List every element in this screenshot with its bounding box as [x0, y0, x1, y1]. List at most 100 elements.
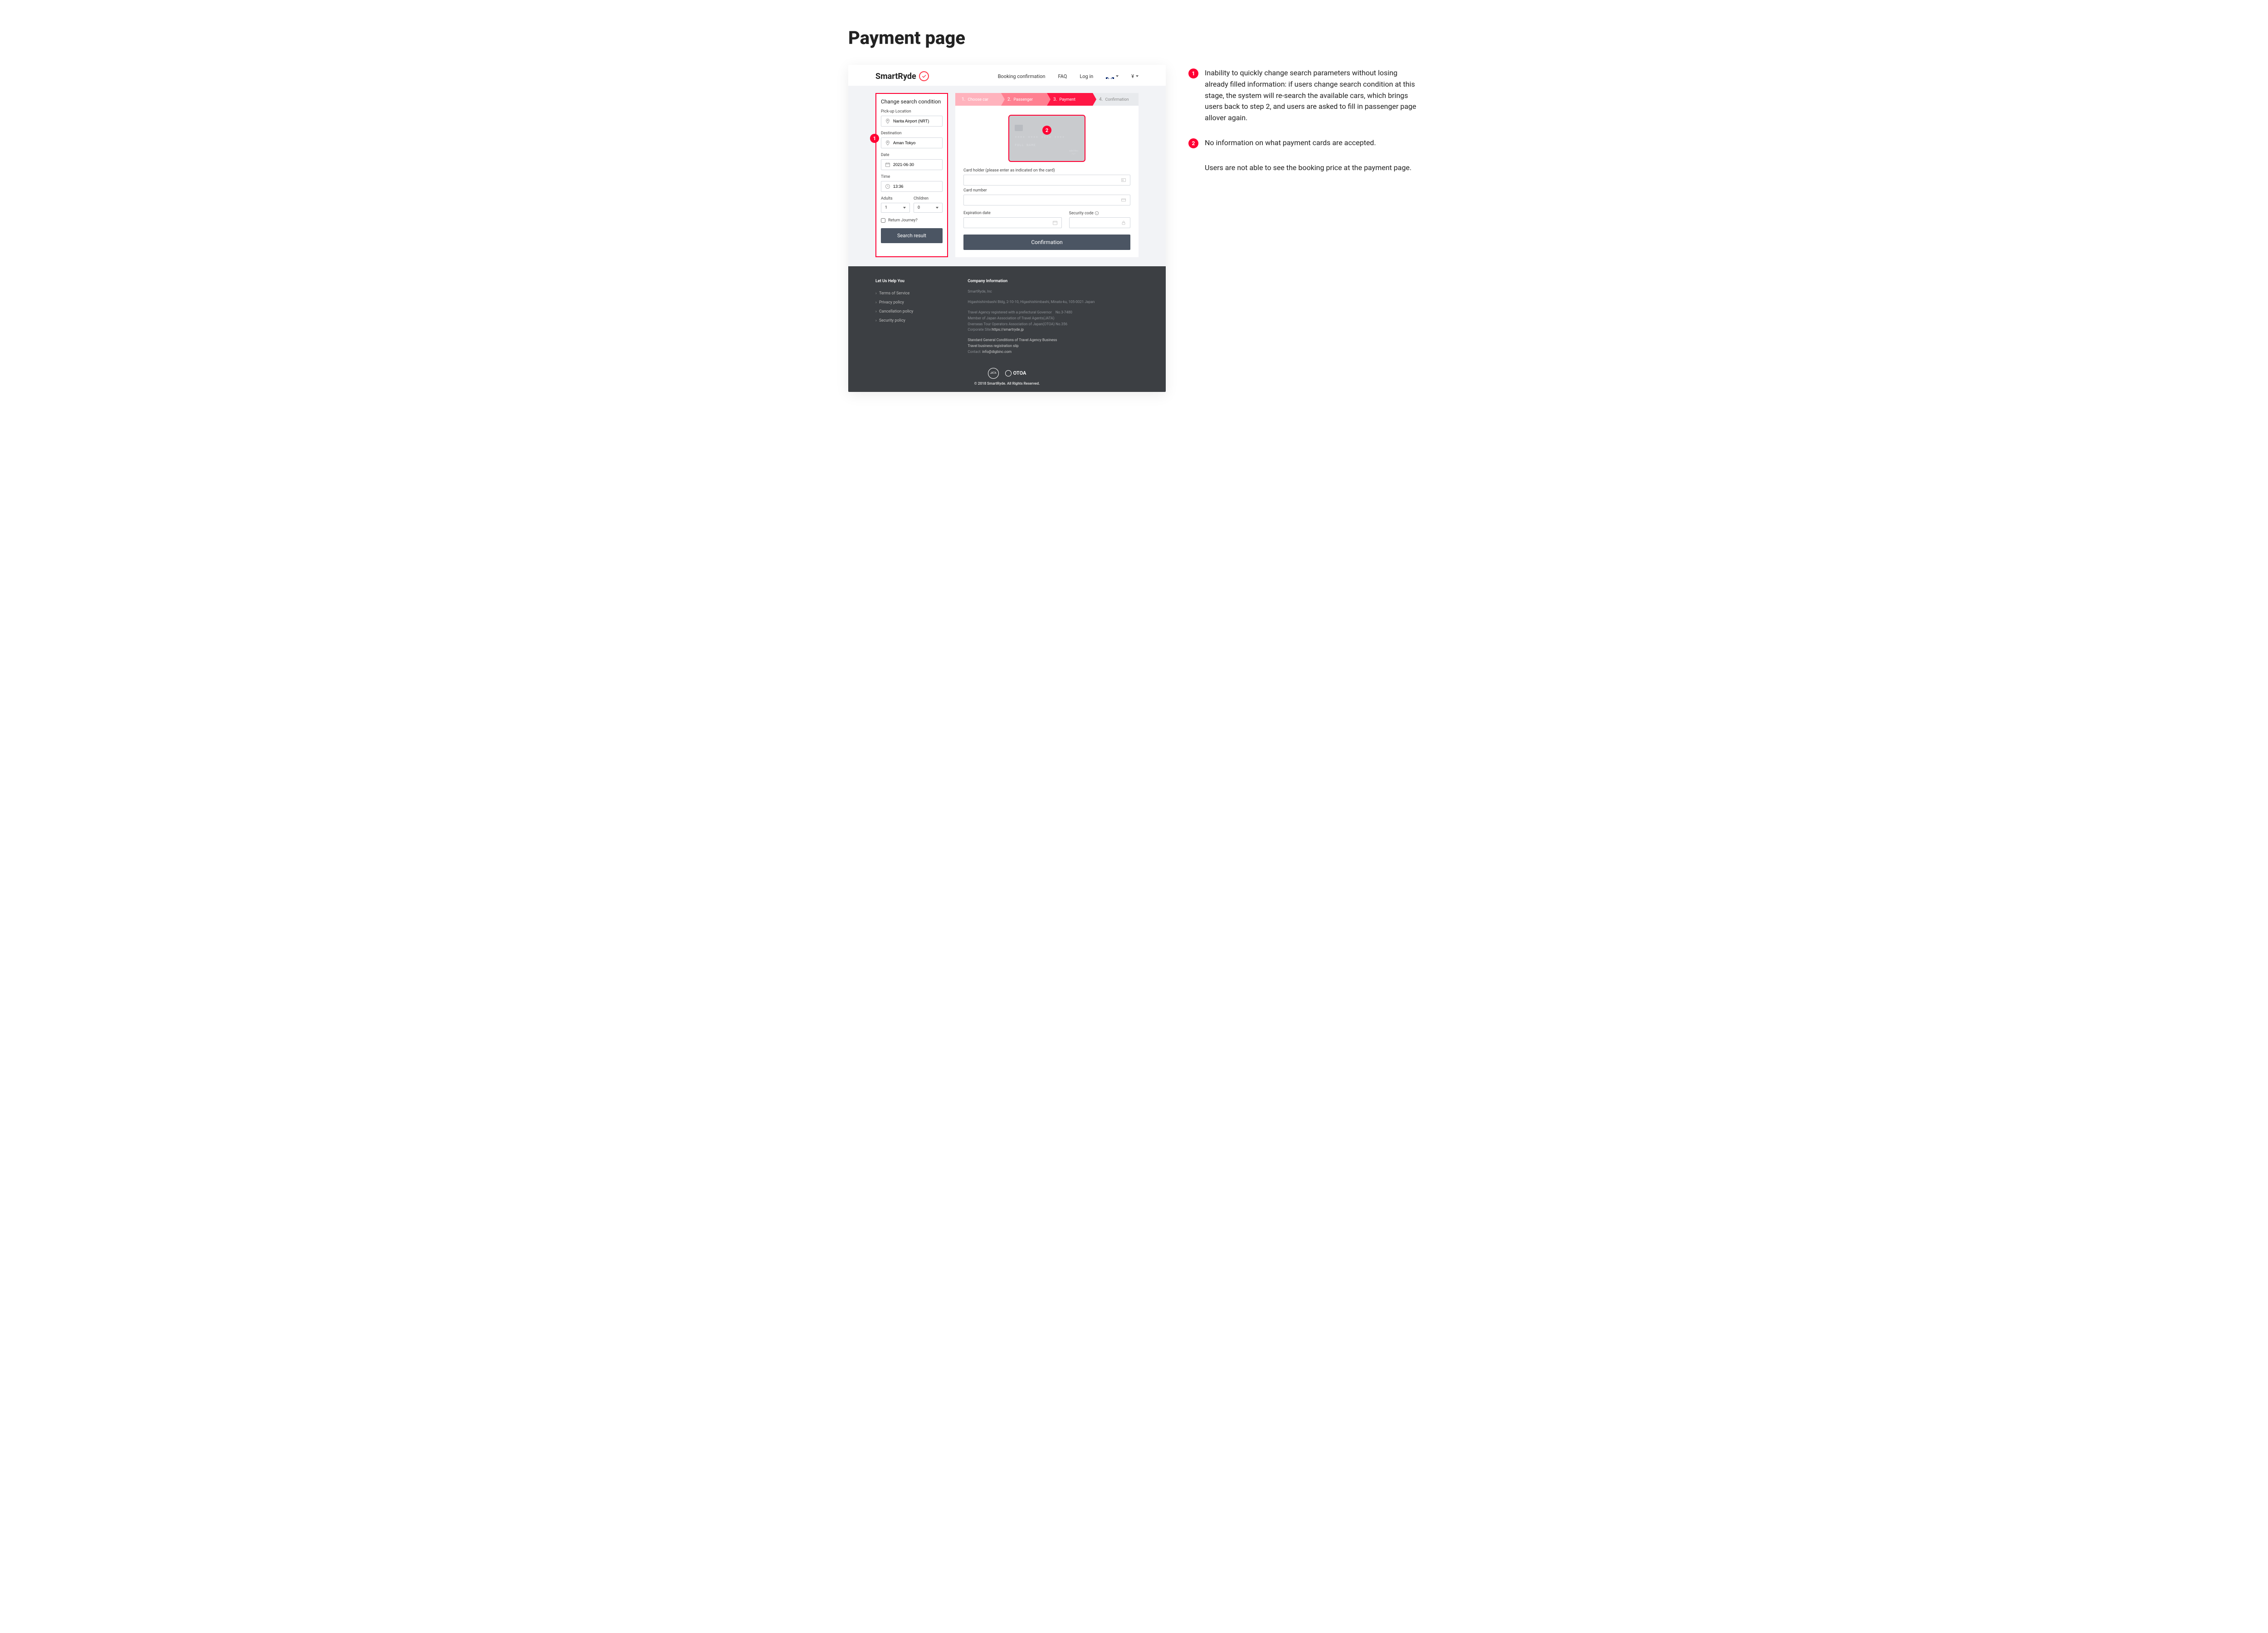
search-panel-title: Change search condition [876, 94, 947, 108]
footer-email-link[interactable]: info@digbinc.com [982, 350, 1012, 354]
language-dropdown[interactable] [1106, 74, 1119, 79]
uk-flag-icon [1106, 74, 1114, 79]
note-number-2: 2 [1188, 138, 1198, 148]
search-panel: Change search condition Pick-up Location… [875, 93, 948, 257]
footer-link-security[interactable]: Security policy [875, 316, 913, 325]
step-payment: 3. Payment [1047, 93, 1093, 106]
cardnumber-field[interactable] [968, 198, 1126, 202]
nav-login[interactable]: Log in [1080, 73, 1093, 79]
chevron-down-icon [1136, 75, 1139, 77]
brand-text: SmartRyde [875, 72, 916, 81]
payment-card-area: 2 **** **** **** **** FULL NAME valid th… [955, 106, 1139, 257]
adults-value: 1 [885, 205, 887, 210]
nav-booking-confirmation[interactable]: Booking confirmation [998, 73, 1046, 79]
annotation-notes: 1 Inability to quickly change search par… [1188, 65, 1420, 187]
time-input[interactable] [881, 181, 943, 192]
destination-input[interactable] [881, 137, 943, 148]
chevron-down-icon [903, 207, 906, 209]
footer-company-name: SmartRyde, Inc [968, 289, 1095, 295]
cardnumber-label: Card number [963, 188, 1130, 193]
date-field[interactable] [893, 162, 938, 167]
step-confirmation: 4. Confirmation [1093, 93, 1139, 106]
cardnumber-input[interactable] [963, 195, 1130, 205]
screenshot-canvas: 1 SmartRyde Booking confirmation FAQ Log… [848, 65, 1166, 392]
brand-logo[interactable]: SmartRyde [875, 71, 929, 81]
expiration-label: Expiration date [963, 211, 1062, 215]
clock-icon [885, 184, 890, 189]
card-name-preview: FULL NAME [1015, 143, 1079, 147]
otoa-badge: OTOA [1005, 370, 1026, 376]
credit-card-icon [1121, 197, 1126, 203]
callout-badge-1: 1 [870, 134, 879, 143]
pickup-label: Pick-up Location [881, 109, 943, 114]
currency-label: ¥ [1131, 73, 1134, 79]
footer-company-address: Higashishimbashi Bldg, 2-10-10, Higashis… [968, 299, 1095, 305]
children-value: 0 [918, 205, 920, 210]
footer-conditions-link[interactable]: Standard General Conditions of Travel Ag… [968, 338, 1057, 342]
children-select[interactable]: 0 [914, 203, 943, 213]
jata-badge-icon: JATA [988, 368, 999, 379]
adults-select[interactable]: 1 [881, 203, 910, 213]
footer-company-documents: Standard General Conditions of Travel Ag… [968, 337, 1095, 355]
step-choose-car[interactable]: 1. Choose car [955, 93, 1001, 106]
date-label: Date [881, 153, 943, 157]
cardholder-label: Card holder (please enter as indicated o… [963, 168, 1130, 173]
expiration-field[interactable] [968, 220, 1058, 225]
check-circle-icon [919, 71, 929, 81]
location-pin-icon [885, 140, 890, 146]
progress-steps: 1. Choose car 2. Passenger 3. Payment 4.… [955, 93, 1139, 106]
user-card-icon [1121, 177, 1126, 183]
header-nav: Booking confirmation FAQ Log in ¥ [998, 73, 1139, 79]
search-button[interactable]: Search result [881, 228, 943, 243]
chevron-down-icon [1116, 75, 1119, 77]
destination-field[interactable] [893, 141, 938, 145]
footer-copyright: © 2018 SmartRyde. All Rights Reserved. [875, 381, 1139, 386]
pickup-field[interactable] [893, 119, 938, 123]
cvv-field[interactable] [1073, 220, 1126, 225]
footer-company-registration: Travel Agency registered with a prefectu… [968, 310, 1095, 333]
cvv-input[interactable] [1069, 217, 1130, 228]
footer-link-tos[interactable]: Terms of Service [875, 289, 913, 298]
nav-faq[interactable]: FAQ [1058, 73, 1067, 79]
return-journey-checkbox[interactable] [881, 218, 885, 223]
cardholder-input[interactable] [963, 175, 1130, 186]
card-chip-icon [1015, 125, 1023, 131]
page-title: Payment page [848, 27, 1420, 49]
note-text-2: No information on what payment cards are… [1205, 137, 1376, 149]
payment-form: Card holder (please enter as indicated o… [963, 168, 1130, 250]
callout-badge-2: 2 [1042, 126, 1051, 135]
currency-dropdown[interactable]: ¥ [1131, 73, 1139, 79]
children-label: Children [914, 196, 943, 201]
confirmation-button[interactable]: Confirmation [963, 235, 1130, 250]
expiration-input[interactable] [963, 217, 1062, 228]
card-valid-preview: valid thru ••/•• [1069, 150, 1078, 156]
footer-registration-link[interactable]: Travel business registration slip [968, 344, 1018, 348]
adults-label: Adults [881, 196, 910, 201]
otoa-circle-icon [1005, 370, 1012, 376]
date-input[interactable] [881, 159, 943, 170]
note-text-3: Users are not able to see the booking pr… [1205, 162, 1420, 174]
calendar-icon [885, 162, 890, 167]
credit-card-preview: 2 **** **** **** **** FULL NAME valid th… [1008, 115, 1085, 162]
destination-label: Destination [881, 131, 943, 136]
lock-icon [1121, 220, 1126, 225]
card-number-preview: **** **** **** **** [1015, 136, 1079, 140]
footer-help-title: Let Us Help You [875, 279, 913, 284]
app-header: SmartRyde Booking confirmation FAQ Log i… [848, 65, 1166, 86]
info-icon[interactable] [1095, 211, 1099, 215]
note-number-1: 1 [1188, 68, 1198, 78]
location-pin-icon [885, 118, 890, 124]
app-footer: Let Us Help You Terms of Service Privacy… [848, 266, 1166, 391]
pickup-input[interactable] [881, 116, 943, 127]
step-passenger[interactable]: 2. Passenger [1001, 93, 1047, 106]
return-journey-label: Return Journey? [888, 218, 918, 223]
time-field[interactable] [893, 184, 938, 189]
cardholder-field[interactable] [968, 178, 1126, 182]
note-text-1: Inability to quickly change search param… [1205, 68, 1420, 124]
main-panel: 1. Choose car 2. Passenger 3. Payment 4.… [955, 93, 1139, 257]
footer-link-privacy[interactable]: Privacy policy [875, 298, 913, 307]
calendar-icon [1052, 220, 1058, 225]
cvv-label: Security code [1069, 211, 1130, 215]
footer-link-cancellation[interactable]: Cancellation policy [875, 307, 913, 316]
footer-corporate-site-link[interactable]: https://smartryde.jp [992, 328, 1024, 332]
